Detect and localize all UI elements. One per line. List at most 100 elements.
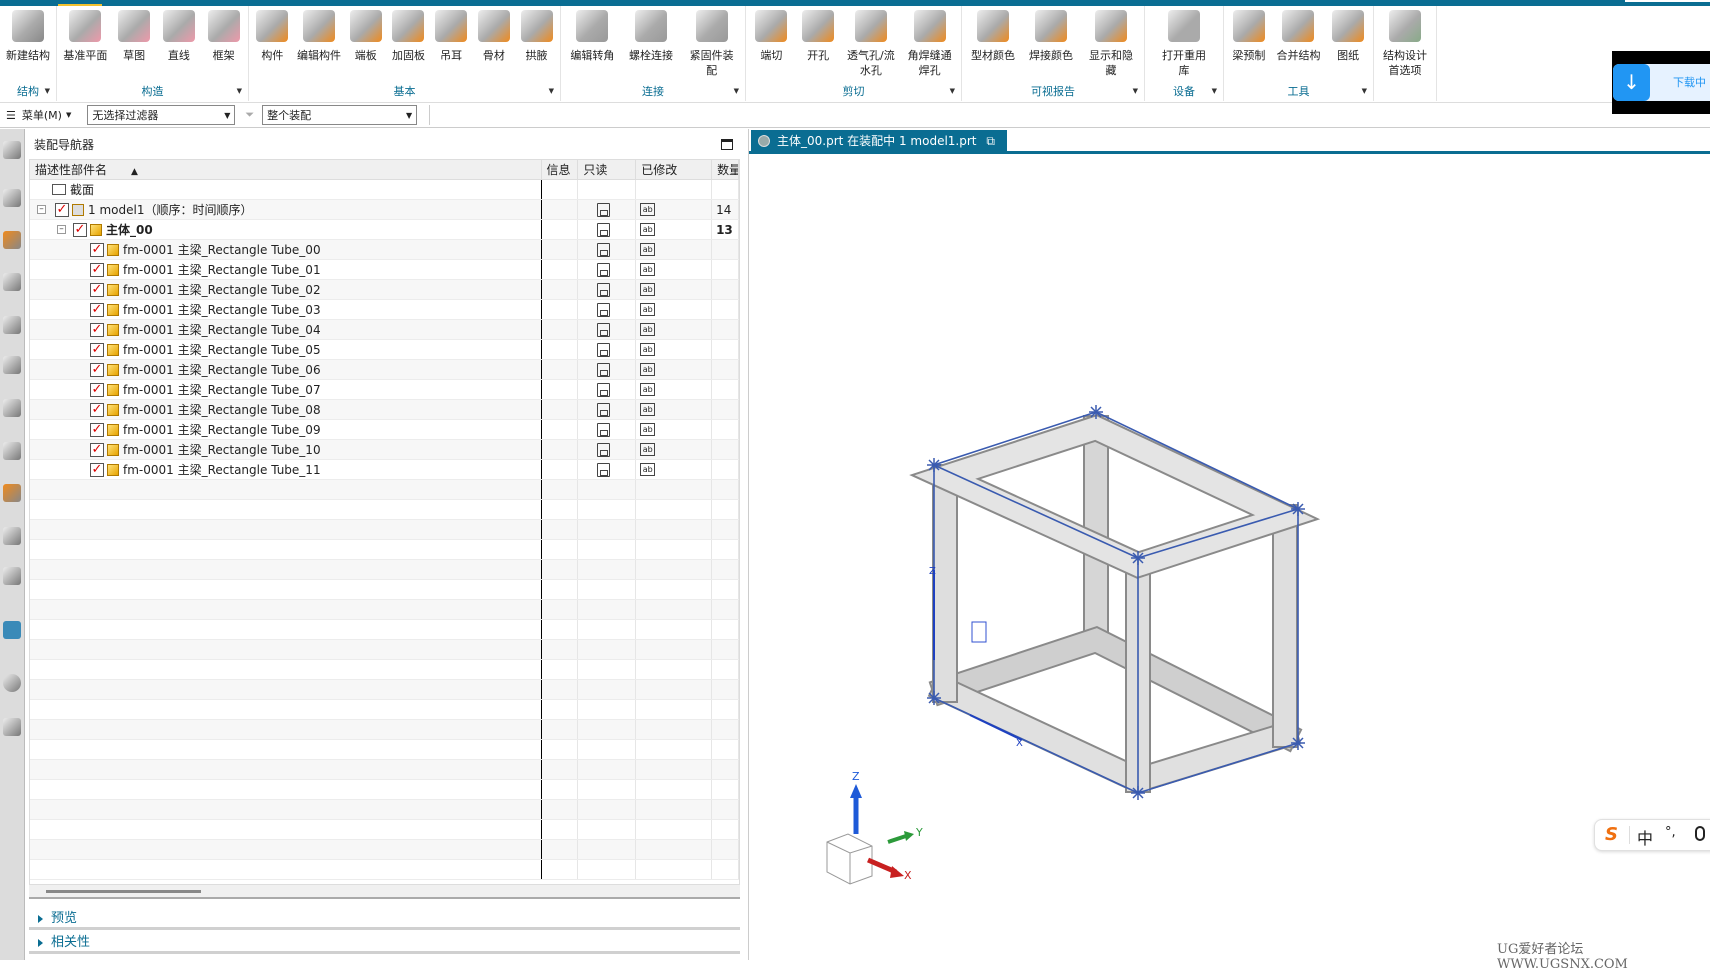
ime-toolbar[interactable]: S 中 °, [1594, 819, 1710, 851]
table-row[interactable]: – ✓ 1 model1（顺序：时间顺序） ab 14 [30, 200, 739, 220]
column-header-modified[interactable]: 已修改 [636, 160, 713, 179]
selection-filter-dropdown[interactable]: 无选择过滤器 ▼ [87, 105, 236, 125]
table-row[interactable]: – ✓ 主体_00 ab 13 [30, 220, 739, 240]
group-menu-chevron-icon[interactable]: ▼ [237, 87, 242, 95]
visibility-checkbox[interactable]: ✓ [90, 363, 104, 377]
table-row[interactable]: ✓ fm-0001 主梁_Rectangle Tube_04 ab [30, 320, 739, 340]
scope-dropdown[interactable]: 整个装配 ▼ [262, 105, 418, 125]
scrollbar-thumb[interactable] [46, 890, 201, 893]
ribbon-button[interactable]: 编辑转角 [570, 10, 614, 78]
preview-section[interactable]: 预览 [29, 908, 740, 930]
ribbon-button[interactable]: 梁预制 [1231, 10, 1267, 63]
ribbon-button[interactable]: 加固板 [390, 10, 426, 63]
resource-bar-tab-icon[interactable] [3, 674, 21, 692]
table-row[interactable]: ✓ fm-0001 主梁_Rectangle Tube_08 ab [30, 400, 739, 420]
ribbon-button[interactable]: 构件 [254, 10, 290, 63]
table-row[interactable]: ✓ fm-0001 主梁_Rectangle Tube_03 ab [30, 300, 739, 320]
group-menu-chevron-icon[interactable]: ▼ [1362, 87, 1367, 95]
resource-bar-tab-icon[interactable] [3, 231, 21, 249]
ribbon-button[interactable]: 合并结构 [1276, 10, 1320, 63]
visibility-checkbox[interactable]: ✓ [90, 283, 104, 297]
ribbon-button[interactable]: 角焊缝通焊孔 [906, 10, 954, 78]
resource-bar-tab-icon[interactable] [3, 527, 21, 545]
ribbon-button[interactable]: 框架 [206, 10, 242, 63]
resource-bar-tab-icon[interactable] [3, 484, 21, 502]
resource-bar-tab-icon[interactable] [3, 442, 21, 460]
group-menu-chevron-icon[interactable]: ▼ [950, 87, 955, 95]
panel-divider[interactable] [748, 129, 749, 960]
view-triad[interactable]: Z Y X [826, 770, 923, 885]
ribbon-button[interactable]: 直线 [161, 10, 197, 63]
ribbon-button[interactable]: 焊接颜色 [1029, 10, 1073, 78]
ribbon-button[interactable]: 开孔 [800, 10, 836, 78]
table-row[interactable]: ✓ fm-0001 主梁_Rectangle Tube_01 ab [30, 260, 739, 280]
visibility-checkbox[interactable]: ✓ [90, 403, 104, 417]
table-row[interactable]: ✓ fm-0001 主梁_Rectangle Tube_11 ab [30, 460, 739, 480]
ribbon-button[interactable]: 显示和隐藏 [1087, 10, 1135, 78]
ribbon-button[interactable]: 紧固件装配 [688, 10, 736, 78]
resource-bar-tab-icon[interactable] [3, 621, 21, 639]
visibility-checkbox[interactable]: ✓ [90, 343, 104, 357]
table-row[interactable]: ✓ fm-0001 主梁_Rectangle Tube_05 ab [30, 340, 739, 360]
visibility-checkbox[interactable]: ✓ [73, 223, 87, 237]
table-row[interactable]: ✓ fm-0001 主梁_Rectangle Tube_06 ab [30, 360, 739, 380]
group-menu-chevron-icon[interactable]: ▼ [1133, 87, 1138, 95]
ribbon-button[interactable]: 螺栓连接 [629, 10, 673, 78]
ribbon-button[interactable]: 结构设计首选项 [1381, 10, 1429, 78]
dependencies-section[interactable]: 相关性 [29, 932, 740, 954]
download-widget[interactable]: ↓ 下载中 [1612, 51, 1710, 114]
horizontal-scrollbar[interactable] [29, 885, 740, 899]
group-menu-chevron-icon[interactable]: ▼ [1212, 87, 1217, 95]
visibility-checkbox[interactable]: ✓ [55, 203, 69, 217]
microphone-icon[interactable] [1695, 826, 1705, 841]
table-row[interactable]: ✓ fm-0001 主梁_Rectangle Tube_00 ab [30, 240, 739, 260]
table-row[interactable]: ✓ fm-0001 主梁_Rectangle Tube_10 ab [30, 440, 739, 460]
group-menu-chevron-icon[interactable]: ▼ [734, 87, 739, 95]
filter-funnel-icon[interactable]: ⏷ [245, 108, 254, 122]
ribbon-button[interactable]: 打开重用库 [1160, 10, 1208, 78]
ribbon-button[interactable]: 型材颜色 [971, 10, 1015, 78]
resource-bar-tab-icon[interactable] [3, 567, 21, 585]
visibility-checkbox[interactable]: ✓ [90, 263, 104, 277]
resource-bar-tab-icon[interactable] [3, 189, 21, 207]
group-menu-chevron-icon[interactable]: ▼ [549, 87, 554, 95]
ribbon-button[interactable]: 端板 [348, 10, 384, 63]
resource-bar-tab-icon[interactable] [3, 399, 21, 417]
column-header-info[interactable]: 信息 [542, 160, 579, 179]
ribbon-button[interactable]: 基准平面 [63, 10, 107, 63]
ribbon-button[interactable]: 草图 [116, 10, 152, 63]
popout-icon[interactable]: ⧉ [986, 134, 995, 148]
collapse-toggle[interactable]: – [37, 205, 46, 214]
tab-graphics-window[interactable]: 主体_00.prt 在装配中 1 model1.prt ⧉ ✕ [751, 130, 1007, 170]
visibility-checkbox[interactable]: ✓ [90, 243, 104, 257]
ribbon-button[interactable]: 编辑构件 [297, 10, 341, 63]
resource-bar-tab-icon[interactable] [3, 273, 21, 291]
graphics-viewport[interactable]: Z X Z Y X [750, 154, 1710, 960]
visibility-checkbox[interactable]: ✓ [90, 423, 104, 437]
column-header-count[interactable]: 数量 [712, 160, 739, 179]
collapse-toggle[interactable]: – [57, 225, 66, 234]
visibility-checkbox[interactable]: ✓ [90, 443, 104, 457]
visibility-checkbox[interactable]: ✓ [90, 323, 104, 337]
visibility-checkbox[interactable]: ✓ [90, 383, 104, 397]
column-header-readonly[interactable]: 只读 [578, 160, 637, 179]
ime-language[interactable]: 中 [1637, 825, 1653, 849]
table-row[interactable]: 截面 [30, 180, 739, 200]
ribbon-button[interactable]: 拱腋 [519, 10, 555, 63]
table-row[interactable]: ✓ fm-0001 主梁_Rectangle Tube_07 ab [30, 380, 739, 400]
ime-punctuation[interactable]: °, [1665, 825, 1676, 840]
resource-bar-tab-icon[interactable] [3, 356, 21, 374]
resource-bar-tab-icon[interactable] [3, 141, 21, 159]
resource-bar-tab-icon[interactable] [3, 718, 21, 736]
ribbon-button[interactable]: 新建结构 [6, 10, 50, 63]
column-header-name[interactable]: 描述性部件名 ▲ [30, 160, 542, 179]
ribbon-button[interactable]: 端切 [753, 10, 789, 78]
ribbon-button[interactable]: 吊耳 [433, 10, 469, 63]
table-row[interactable]: ✓ fm-0001 主梁_Rectangle Tube_02 ab [30, 280, 739, 300]
ribbon-button[interactable]: 图纸 [1330, 10, 1366, 63]
menu-button[interactable]: 菜单(M) [22, 107, 62, 123]
ribbon-button[interactable]: 透气孔/流水孔 [847, 10, 895, 78]
visibility-checkbox[interactable]: ✓ [90, 303, 104, 317]
table-row[interactable]: ✓ fm-0001 主梁_Rectangle Tube_09 ab [30, 420, 739, 440]
ribbon-button[interactable]: 骨材 [476, 10, 512, 63]
